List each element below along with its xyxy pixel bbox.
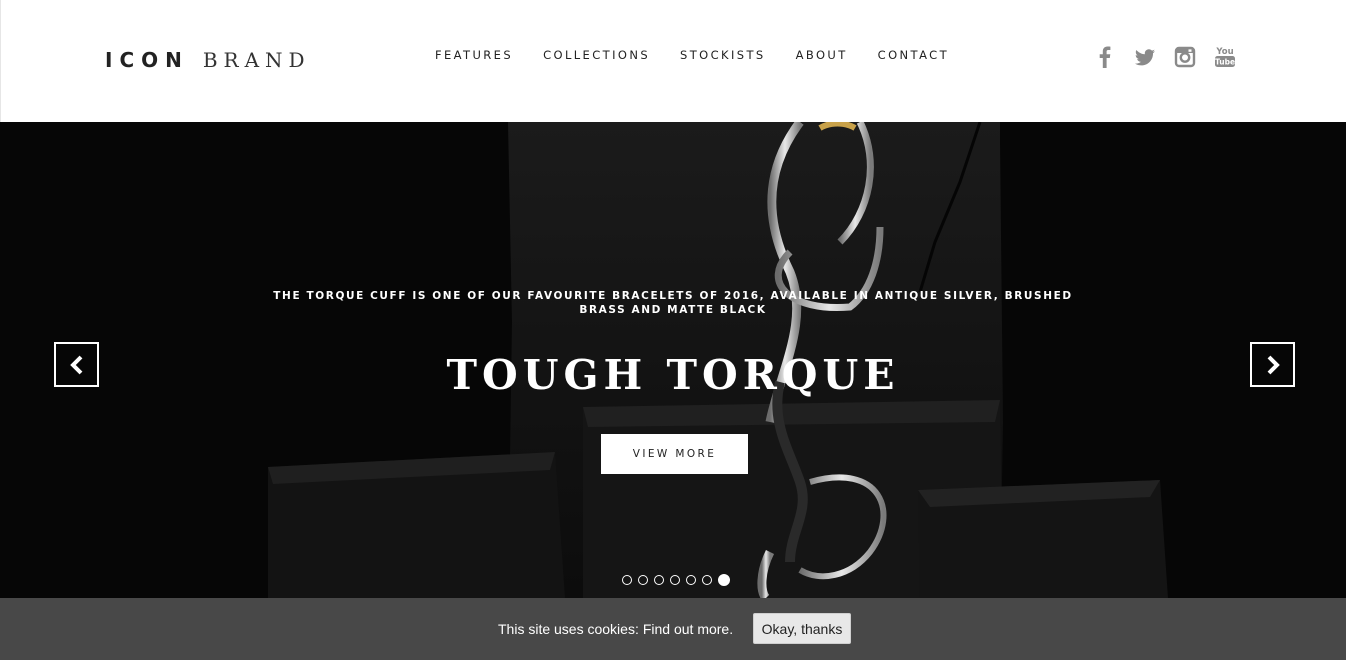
cookie-bar: This site uses cookies: Find out more. Ok… xyxy=(0,598,1346,660)
facebook-icon[interactable] xyxy=(1093,44,1117,70)
slider-dot-5[interactable] xyxy=(686,575,696,585)
slider-next-button[interactable] xyxy=(1250,342,1295,387)
logo-word-brand: BRAND xyxy=(202,48,311,72)
slider-prev-button[interactable] xyxy=(54,342,99,387)
cookie-text: This site uses cookies: xyxy=(498,621,639,637)
logo-word-icon: ICON xyxy=(105,48,189,72)
nav-item-about[interactable]: ABOUT xyxy=(796,47,848,63)
cookie-accept-button[interactable]: Okay, thanks xyxy=(753,613,851,644)
slider-dot-3[interactable] xyxy=(654,575,664,585)
view-more-button[interactable]: VIEW MORE xyxy=(601,434,748,474)
nav-item-features[interactable]: FEATURES xyxy=(435,47,513,63)
slider-dot-2[interactable] xyxy=(638,575,648,585)
cookie-find-out-more-link[interactable]: Find out more. xyxy=(643,621,733,637)
brand-logo[interactable]: ICON BRAND xyxy=(105,48,311,73)
nav-item-contact[interactable]: CONTACT xyxy=(878,47,949,63)
youtube-text-bottom: Tube xyxy=(1215,58,1235,67)
slider-dot-6[interactable] xyxy=(702,575,712,585)
slider-dot-4[interactable] xyxy=(670,575,680,585)
main-nav: FEATURES COLLECTIONS STOCKISTS ABOUT CON… xyxy=(435,47,949,63)
hero-headline: TOUGH TORQUE xyxy=(446,351,900,399)
site-header: ICON BRAND FEATURES COLLECTIONS STOCKISTS… xyxy=(0,0,1346,122)
cookie-message: This site uses cookies: Find out more. xyxy=(498,620,733,638)
chevron-left-icon xyxy=(69,355,82,374)
twitter-icon[interactable] xyxy=(1133,44,1157,70)
chevron-right-icon xyxy=(1267,355,1280,374)
slider-pagination xyxy=(622,574,730,586)
social-links: You Tube xyxy=(1093,44,1237,70)
slider-dot-1[interactable] xyxy=(622,575,632,585)
hero-caption: THE TORQUE CUFF IS ONE OF OUR FAVOURITE … xyxy=(273,290,1073,316)
youtube-icon[interactable]: You Tube xyxy=(1213,44,1237,70)
slider-dot-7-active[interactable] xyxy=(718,574,730,586)
hero-slider: THE TORQUE CUFF IS ONE OF OUR FAVOURITE … xyxy=(0,122,1346,598)
nav-item-collections[interactable]: COLLECTIONS xyxy=(543,47,650,63)
nav-item-stockists[interactable]: STOCKISTS xyxy=(680,47,766,63)
youtube-text-top: You xyxy=(1215,47,1233,57)
instagram-icon[interactable] xyxy=(1173,44,1197,70)
